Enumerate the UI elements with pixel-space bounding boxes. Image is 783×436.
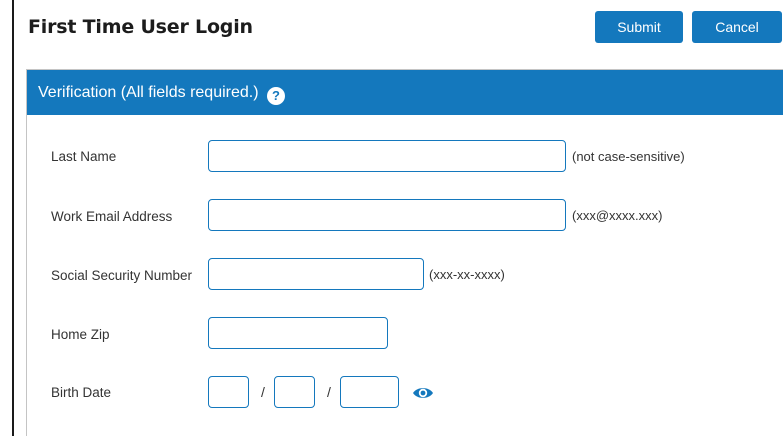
panel-title: Verification (All fields required.) <box>38 84 259 101</box>
cancel-button[interactable]: Cancel <box>692 11 782 43</box>
ssn-hint: (xxx-xx-xxxx) <box>429 267 505 282</box>
work-email-hint: (xxx@xxxx.xxx) <box>572 208 663 223</box>
eye-icon[interactable] <box>412 385 434 401</box>
submit-button[interactable]: Submit <box>595 11 683 43</box>
birth-year-input[interactable] <box>340 376 399 408</box>
home-zip-input[interactable] <box>208 317 388 349</box>
verification-panel: Verification (All fields required.) ? La… <box>26 69 783 436</box>
page-title: First Time User Login <box>28 16 253 38</box>
work-email-label: Work Email Address <box>51 209 173 224</box>
date-separator: / <box>261 384 265 400</box>
birth-month-input[interactable] <box>208 376 249 408</box>
panel-header: Verification (All fields required.) ? <box>27 70 783 115</box>
last-name-hint: (not case-sensitive) <box>572 149 685 164</box>
home-zip-label: Home Zip <box>51 327 110 342</box>
ssn-input[interactable] <box>208 258 424 290</box>
question-circle-icon[interactable]: ? <box>267 87 285 105</box>
last-name-input[interactable] <box>208 140 566 172</box>
date-separator: / <box>327 384 331 400</box>
birth-day-input[interactable] <box>274 376 315 408</box>
last-name-label: Last Name <box>51 149 117 164</box>
ssn-label: Social Security Number <box>51 268 193 283</box>
birth-date-label: Birth Date <box>51 385 112 400</box>
login-page: First Time User Login Submit Cancel Veri… <box>12 0 783 436</box>
work-email-input[interactable] <box>208 199 566 231</box>
